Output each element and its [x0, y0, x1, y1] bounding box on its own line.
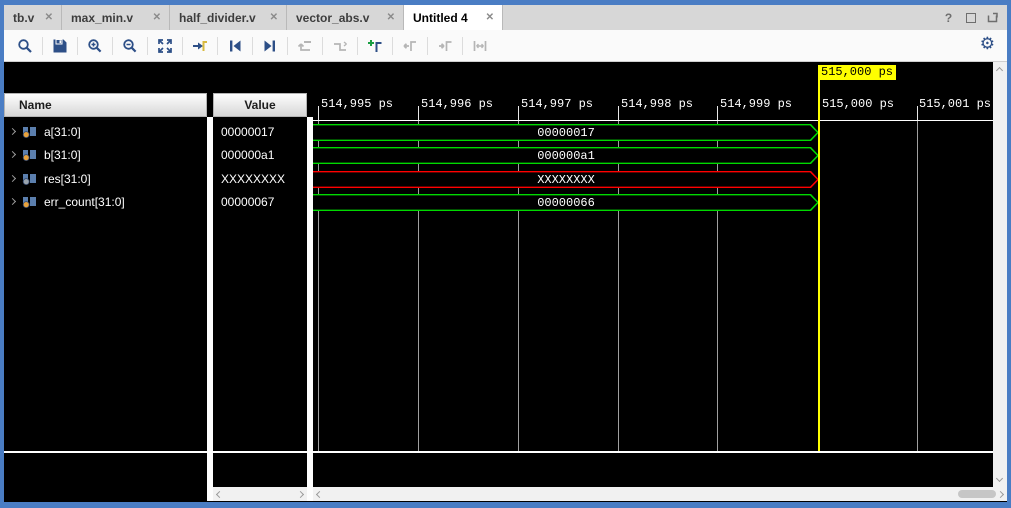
- time-cursor-line[interactable]: [818, 80, 820, 451]
- expand-chevron-icon[interactable]: [9, 151, 16, 158]
- axis-tick-label: 514,999 ps: [720, 97, 792, 111]
- float-icon[interactable]: [986, 11, 999, 24]
- find-icon[interactable]: [12, 34, 38, 58]
- signal-row-res[interactable]: res[31:0]: [4, 167, 207, 190]
- titlebar-icons: ?: [942, 5, 999, 30]
- next-rising-edge-icon: [432, 34, 458, 58]
- signal-value: 00000017: [221, 120, 307, 143]
- tab-label: vector_abs.v: [296, 11, 369, 25]
- tab-bar: tb.v ✕ max_min.v ✕ half_divider.v ✕ vect…: [4, 5, 1007, 30]
- settings-gear-icon[interactable]: ⚙: [980, 34, 995, 54]
- wave-bottom-separator: [4, 451, 993, 453]
- tab-label: tb.v: [13, 11, 34, 25]
- wave-bus-value: 00000017: [313, 124, 819, 141]
- axis-tick-label: 514,998 ps: [621, 97, 693, 111]
- time-cursor-marker[interactable]: 515,000 ps: [818, 65, 896, 80]
- scroll-down-icon[interactable]: [996, 475, 1003, 482]
- wave-bus-value: XXXXXXXX: [313, 171, 819, 188]
- signal-name-panel: Name a[31:0] b[31:0] res[31:0] err_count…: [4, 62, 207, 502]
- axis-tick: [917, 106, 918, 121]
- axis-tick: [618, 106, 619, 121]
- axis-tick-label: 515,001 ps: [919, 97, 991, 111]
- next-transition-icon[interactable]: [257, 34, 283, 58]
- wave-bus-b: 000000a1: [313, 147, 819, 164]
- scroll-right-icon[interactable]: [997, 490, 1004, 497]
- save-wave-config-icon[interactable]: [47, 34, 73, 58]
- expand-chevron-icon[interactable]: [9, 128, 16, 135]
- value-horizontal-scrollbar[interactable]: [213, 487, 307, 501]
- add-edge-icon[interactable]: [362, 34, 388, 58]
- scroll-up-icon[interactable]: [996, 67, 1003, 74]
- signal-value: 00000067: [221, 190, 307, 213]
- axis-tick-label: 514,997 ps: [521, 97, 593, 111]
- signal-row-b[interactable]: b[31:0]: [4, 143, 207, 166]
- zoom-fit-icon[interactable]: [152, 34, 178, 58]
- previous-marker-icon: [292, 34, 318, 58]
- close-icon[interactable]: ✕: [153, 13, 161, 23]
- tab-label: Untitled 4: [413, 11, 468, 25]
- signal-name: err_count[31:0]: [44, 195, 125, 209]
- bus-signal-icon: [22, 196, 37, 208]
- bus-signal-icon: [22, 126, 37, 138]
- bus-signal-icon: [22, 173, 37, 185]
- tab-label: max_min.v: [71, 11, 133, 25]
- close-icon[interactable]: ✕: [486, 13, 494, 23]
- bus-signal-icon: [22, 149, 37, 161]
- zoom-in-icon[interactable]: [82, 34, 108, 58]
- tab-untitled-4[interactable]: Untitled 4 ✕: [404, 5, 503, 30]
- time-gridline: [917, 121, 918, 451]
- previous-transition-icon[interactable]: [222, 34, 248, 58]
- scroll-left-icon[interactable]: [216, 490, 223, 497]
- signal-name: a[31:0]: [44, 125, 81, 139]
- scroll-right-icon[interactable]: [297, 490, 304, 497]
- scroll-left-icon[interactable]: [316, 490, 323, 497]
- scrollbar-thumb[interactable]: [958, 490, 996, 498]
- waveform-canvas[interactable]: 515,000 ps 514,995 ps 514,996 ps 514,997…: [313, 62, 993, 502]
- wave-vertical-scrollbar[interactable]: [993, 62, 1007, 487]
- tab-label: half_divider.v: [179, 11, 256, 25]
- help-icon[interactable]: ?: [942, 11, 955, 24]
- zoom-out-icon[interactable]: [117, 34, 143, 58]
- signal-value-panel: Value 00000017 000000a1 XXXXXXXX 0000006…: [213, 62, 307, 502]
- value-column-header: Value: [213, 93, 307, 117]
- signal-name: res[31:0]: [44, 172, 91, 186]
- axis-tick: [318, 106, 319, 121]
- tab-tb-v[interactable]: tb.v ✕: [4, 5, 62, 30]
- close-icon[interactable]: ✕: [387, 13, 395, 23]
- waveform-viewer-window: tb.v ✕ max_min.v ✕ half_divider.v ✕ vect…: [0, 0, 1011, 508]
- signal-row-a[interactable]: a[31:0]: [4, 120, 207, 143]
- wave-bus-value: 00000066: [313, 194, 819, 211]
- tab-vector-abs-v[interactable]: vector_abs.v ✕: [287, 5, 404, 30]
- axis-tick-label: 515,000 ps: [822, 97, 894, 111]
- wave-bus-res: XXXXXXXX: [313, 171, 819, 188]
- axis-tick: [717, 106, 718, 121]
- go-to-time-cursor-icon[interactable]: [187, 34, 213, 58]
- wave-horizontal-scrollbar[interactable]: [313, 487, 1007, 501]
- signal-name: b[31:0]: [44, 148, 81, 162]
- expand-chevron-icon[interactable]: [9, 175, 16, 182]
- tab-half-divider-v[interactable]: half_divider.v ✕: [170, 5, 287, 30]
- tab-max-min-v[interactable]: max_min.v ✕: [62, 5, 170, 30]
- expand-chevron-icon[interactable]: [9, 198, 16, 205]
- axis-tick: [518, 106, 519, 121]
- close-icon[interactable]: ✕: [45, 13, 53, 23]
- axis-tick-label: 514,995 ps: [321, 97, 393, 111]
- name-column-header: Name: [4, 93, 207, 117]
- next-marker-icon: [327, 34, 353, 58]
- axis-tick: [418, 106, 419, 121]
- between-edges-icon: [467, 34, 493, 58]
- time-axis-line: [313, 120, 993, 121]
- close-icon[interactable]: ✕: [270, 13, 278, 23]
- wave-window-body: Name a[31:0] b[31:0] res[31:0] err_count…: [4, 62, 1007, 502]
- signal-value: 000000a1: [221, 143, 307, 166]
- wave-bus-a: 00000017: [313, 124, 819, 141]
- maximize-icon[interactable]: [964, 11, 977, 24]
- axis-tick-label: 514,996 ps: [421, 97, 493, 111]
- wave-bus-err-count: 00000066: [313, 194, 819, 211]
- signal-row-err-count[interactable]: err_count[31:0]: [4, 190, 207, 213]
- previous-rising-edge-icon: [397, 34, 423, 58]
- signal-value: XXXXXXXX: [221, 167, 307, 190]
- wave-toolbar: ⚙: [4, 30, 1007, 62]
- wave-bus-value: 000000a1: [313, 147, 819, 164]
